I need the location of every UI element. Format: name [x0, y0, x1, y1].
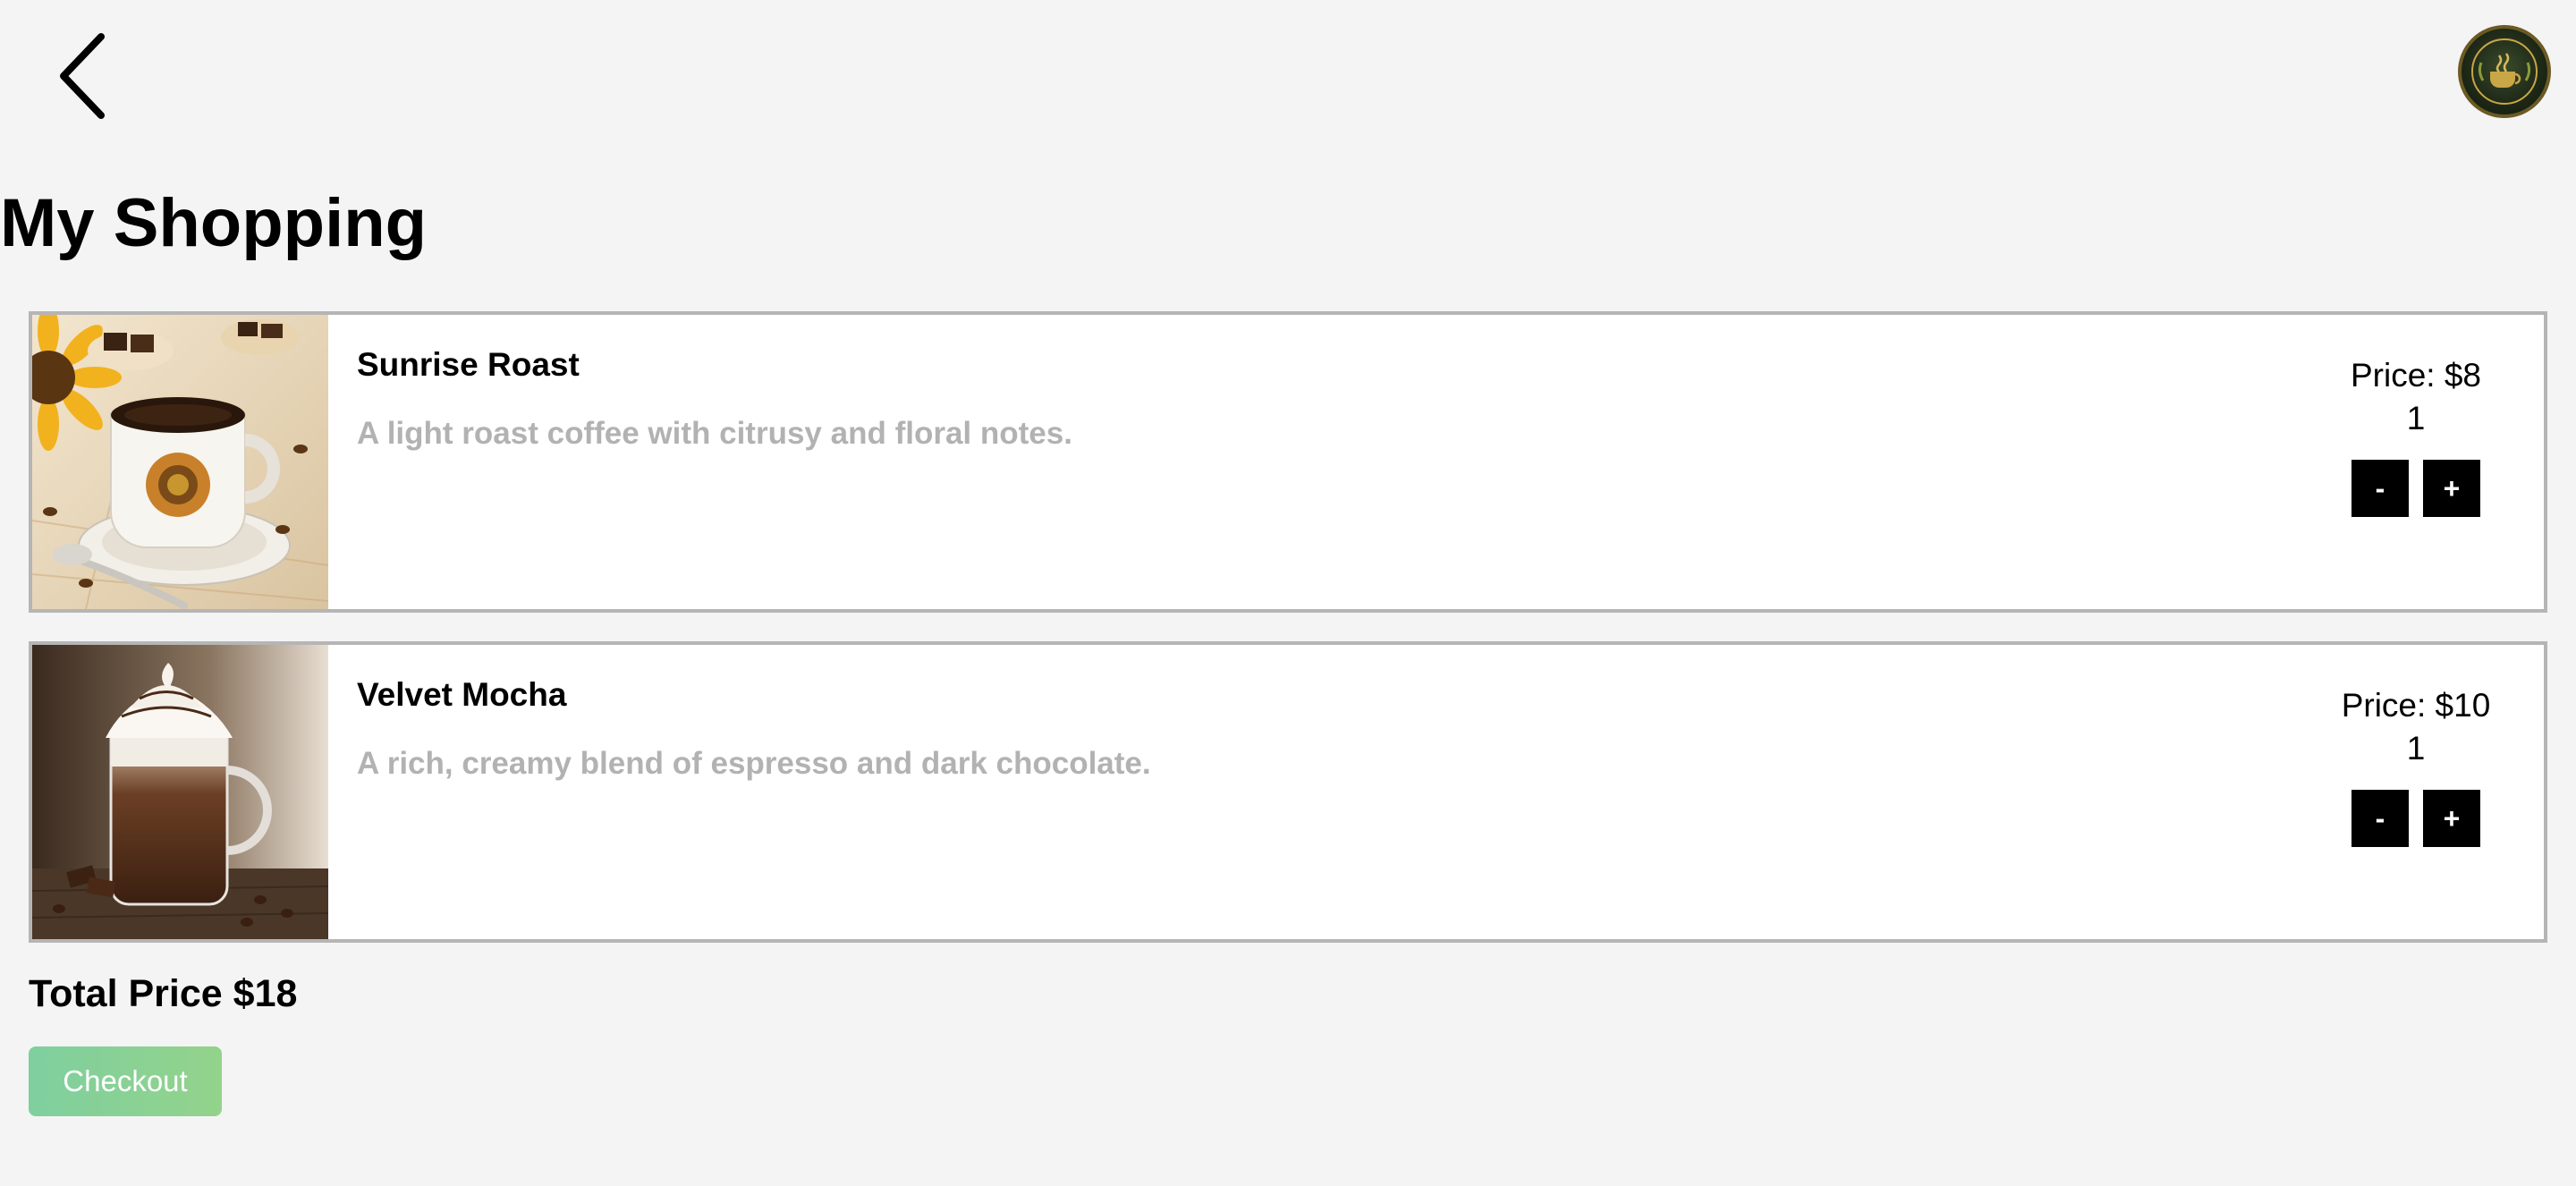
cart-list: Sunrise Roast A light roast coffee with …: [29, 311, 2547, 971]
page-title: My Shopping: [0, 185, 428, 261]
item-description: A rich, creamy blend of espresso and dar…: [357, 746, 1151, 782]
chevron-left-icon: [60, 33, 105, 119]
total-price-value: $18: [233, 972, 298, 1015]
cart-item: Sunrise Roast A light roast coffee with …: [29, 311, 2547, 613]
product-image-sunrise-roast[interactable]: [32, 315, 328, 609]
decrement-quantity-button[interactable]: -: [2351, 790, 2409, 848]
increment-quantity-button[interactable]: +: [2423, 460, 2480, 518]
shopping-page: My Shopping Sunrise Roast A light roast …: [0, 0, 2576, 1186]
coffee-logo-icon[interactable]: [2458, 25, 2551, 118]
decrement-quantity-button[interactable]: -: [2351, 460, 2409, 518]
cart-item: Velvet Mocha A rich, creamy blend of esp…: [29, 641, 2547, 943]
increment-quantity-button[interactable]: +: [2423, 790, 2480, 848]
item-name: Sunrise Roast: [357, 346, 580, 383]
item-price: Price: $8: [2350, 357, 2481, 394]
item-quantity: 1: [2406, 730, 2426, 767]
back-button[interactable]: [47, 27, 118, 125]
item-description: A light roast coffee with citrusy and fl…: [357, 416, 1072, 452]
item-price: Price: $10: [2341, 687, 2491, 724]
item-controls: Price: $10 1 - +: [2331, 684, 2501, 848]
item-quantity: 1: [2406, 400, 2426, 437]
product-image-velvet-mocha[interactable]: [32, 645, 328, 939]
item-controls: Price: $8 1 - +: [2331, 354, 2501, 518]
total-price-label: Total Price: [29, 972, 223, 1015]
total-price: Total Price $18: [29, 972, 298, 1015]
checkout-button[interactable]: Checkout: [29, 1046, 222, 1116]
item-name: Velvet Mocha: [357, 676, 567, 713]
